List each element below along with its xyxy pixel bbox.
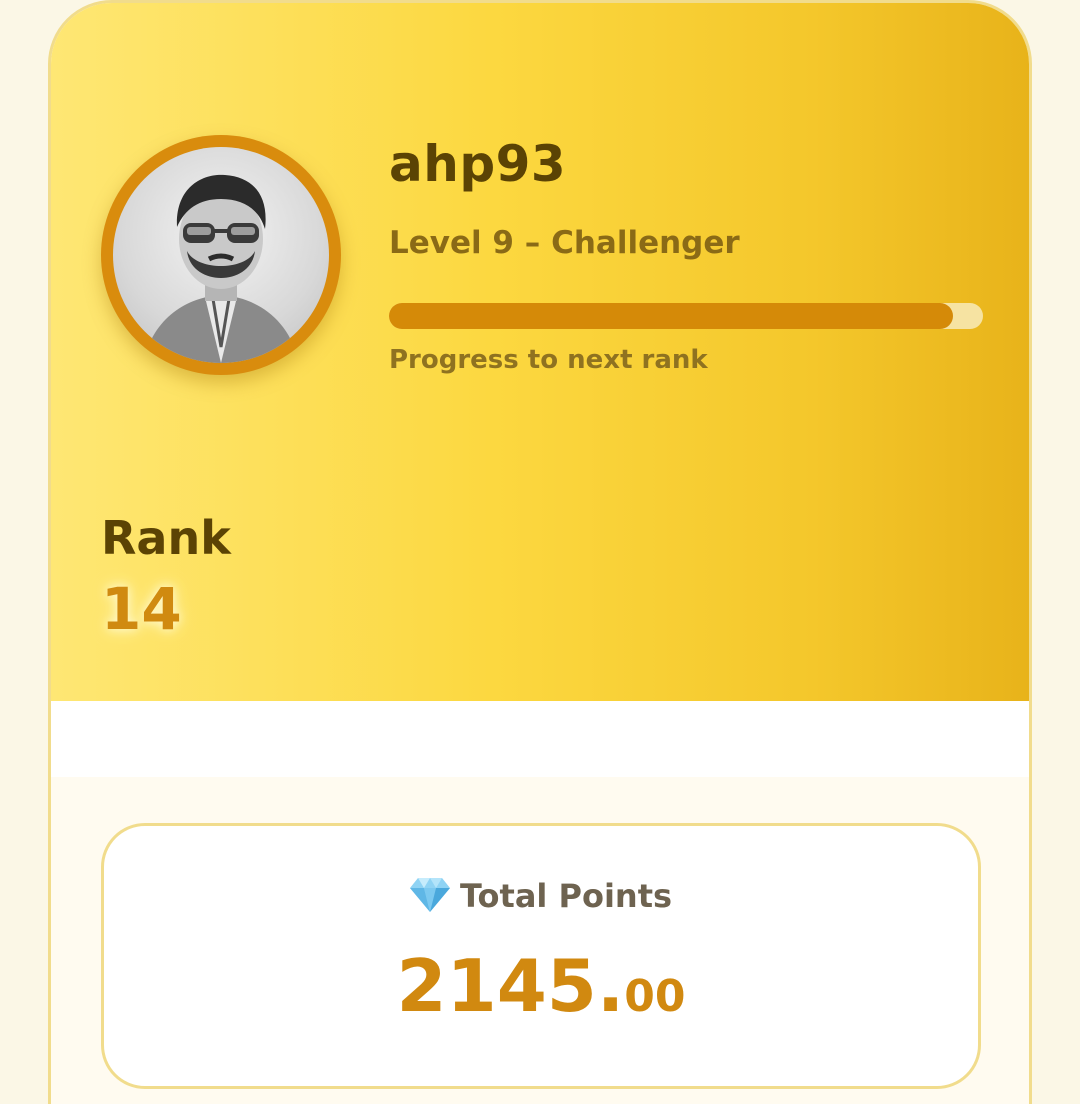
gem-icon xyxy=(409,876,450,916)
divider-band xyxy=(51,701,1029,777)
level-text: Level 9 – Challenger xyxy=(389,225,740,261)
avatar-ring xyxy=(101,135,341,375)
username: ahp93 xyxy=(389,135,567,193)
profile-card: ahp93 Level 9 – Challenger Progress to n… xyxy=(48,0,1032,1104)
progress-label: Progress to next rank xyxy=(389,345,708,375)
rank-value: 14 xyxy=(101,575,182,643)
profile-header: ahp93 Level 9 – Challenger Progress to n… xyxy=(51,3,1029,701)
avatar-image xyxy=(143,174,299,363)
total-points-title: Total Points xyxy=(459,877,673,915)
rank-progress-bar xyxy=(389,303,983,329)
total-points-value: 2145.00 xyxy=(104,944,978,1028)
profile-page: ahp93 Level 9 – Challenger Progress to n… xyxy=(0,0,1080,1104)
points-decimal: 00 xyxy=(624,971,686,1022)
total-points-card: Total Points 2145.00 xyxy=(101,823,981,1089)
rank-progress-fill xyxy=(389,303,954,329)
points-title-row: Total Points xyxy=(104,876,978,916)
points-integer: 2145. xyxy=(396,944,625,1028)
rank-label: Rank xyxy=(101,511,231,565)
avatar[interactable] xyxy=(113,147,329,363)
